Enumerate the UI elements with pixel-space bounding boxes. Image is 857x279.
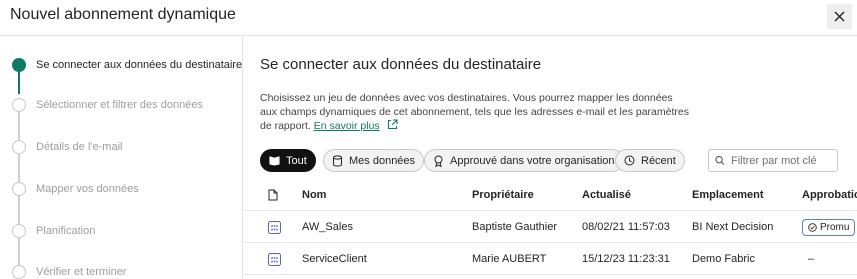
stepper-panel: Se connecter aux données du destinataire… — [0, 37, 243, 279]
location-column-header[interactable]: Emplacement — [692, 179, 792, 211]
clock-icon — [624, 155, 635, 166]
step-email-details[interactable]: Détails de l'e-mail — [36, 141, 122, 153]
file-icon — [268, 189, 278, 201]
dataset-icon — [268, 220, 281, 234]
filter-chip-my-data-label: Mes données — [349, 154, 416, 167]
filter-chip-my-data[interactable]: Mes données — [323, 149, 425, 172]
dataset-icon-cell — [268, 243, 288, 275]
step-indicator-2 — [12, 98, 26, 112]
type-column-header — [268, 179, 288, 211]
external-link-icon[interactable] — [387, 119, 398, 130]
dataset-endorsement: – — [808, 253, 815, 265]
page-title: Se connecter aux données du destinataire — [260, 56, 542, 73]
close-icon — [834, 11, 845, 22]
dataset-endorsement: Promu — [802, 211, 857, 243]
step-map-data[interactable]: Mapper vos données — [36, 183, 139, 195]
filter-chip-all[interactable]: Tout — [260, 149, 316, 172]
dialog-title: Nouvel abonnement dynamique — [10, 6, 236, 23]
step-indicator-1 — [12, 58, 26, 72]
status-badge: Promu — [802, 218, 856, 236]
keyword-filter[interactable] — [708, 149, 838, 172]
table-header: Nom Propriétaire Actualisé Emplacement A… — [244, 179, 857, 211]
book-icon — [269, 156, 280, 166]
dataset-owner: Marie AUBERT — [472, 253, 547, 265]
step-schedule[interactable]: Planification — [36, 225, 95, 237]
ribbon-icon — [434, 155, 443, 167]
refreshed-column-header[interactable]: Actualisé — [582, 179, 682, 211]
dataset-name[interactable]: ServiceClient — [302, 243, 462, 275]
filter-chip-recent[interactable]: Récent — [615, 149, 685, 172]
dataset-icon — [268, 252, 281, 266]
dialog-header: Nouvel abonnement dynamique — [0, 0, 857, 36]
description: Choisissez un jeu de données avec vos de… — [260, 91, 690, 133]
dataset-location: Demo Fabric — [692, 253, 755, 265]
database-icon — [333, 154, 342, 166]
table-row[interactable]: ServiceClient Marie AUBERT 15/12/23 11:2… — [244, 243, 857, 275]
dataset-location: BI Next Decision — [692, 221, 774, 233]
promoted-icon — [808, 222, 817, 232]
dataset-name[interactable]: AW_Sales — [302, 211, 462, 243]
step-indicator-3 — [12, 140, 26, 154]
keyword-filter-input[interactable] — [731, 154, 831, 167]
step-indicator-4 — [12, 182, 26, 196]
filter-chip-recent-label: Récent — [641, 154, 676, 167]
dataset-icon-cell — [268, 211, 288, 243]
step-review-finish[interactable]: Vérifier et terminer — [36, 266, 126, 278]
step-select-filter[interactable]: Sélectionner et filtrer des données — [36, 99, 203, 111]
filter-chip-all-label: Tout — [286, 154, 307, 167]
search-icon — [715, 155, 725, 165]
name-column-header[interactable]: Nom — [302, 179, 462, 211]
endorsement-column-header[interactable]: Approbation — [802, 179, 857, 211]
step-indicator-5 — [12, 224, 26, 238]
learn-more-link[interactable]: En savoir plus — [314, 120, 380, 132]
dataset-refreshed: 08/02/21 11:57:03 — [582, 221, 670, 233]
filter-chip-endorsed[interactable]: Approuvé dans votre organisation — [424, 149, 624, 172]
dataset-refreshed: 15/12/23 11:23:31 — [582, 253, 670, 265]
main-content: Se connecter aux données du destinataire… — [244, 37, 857, 279]
owner-column-header[interactable]: Propriétaire — [472, 179, 572, 211]
step-connect-data[interactable]: Se connecter aux données du destinataire — [36, 59, 242, 71]
table-row[interactable]: AW_Sales Baptiste Gauthier 08/02/21 11:5… — [244, 211, 857, 243]
close-button[interactable] — [827, 4, 852, 29]
filter-chip-endorsed-label: Approuvé dans votre organisation — [450, 154, 615, 167]
status-badge-label: Promu — [820, 221, 850, 233]
step-indicator-6 — [12, 265, 26, 279]
dataset-owner: Baptiste Gauthier — [472, 221, 557, 233]
